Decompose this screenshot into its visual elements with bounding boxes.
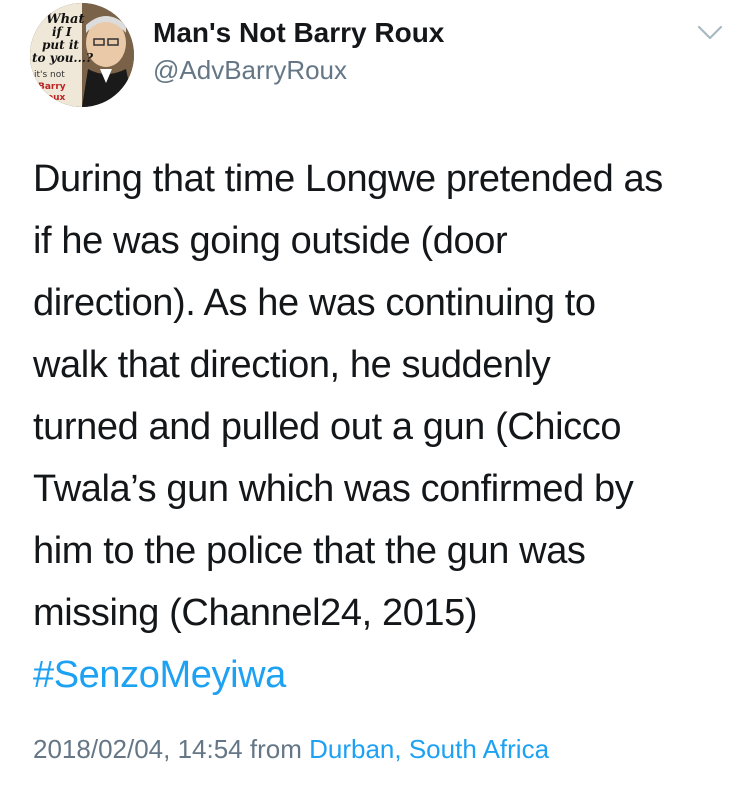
display-name[interactable]: Man's Not Barry Roux [153, 16, 444, 50]
chevron-down-icon[interactable] [697, 24, 723, 42]
avatar-text-6: Barry [38, 82, 66, 92]
tweet-text: During that time Longwe pretended as if … [33, 148, 733, 706]
location-link[interactable]: Durban, South Africa [309, 734, 549, 764]
tweet-text-line: if he was going outside (door [33, 220, 508, 262]
tweet-card: What if I put it to you...? it's not Bar… [0, 0, 750, 787]
hashtag-link[interactable]: #SenzoMeyiwa [33, 644, 733, 706]
tweet-text-line: Twala’s gun which was confirmed by [33, 468, 634, 510]
avatar-text-2: if I [52, 25, 72, 39]
tweet-text-line: direction). As he was continuing to [33, 282, 596, 324]
avatar-text-3: put it [42, 38, 79, 52]
avatar-text-7: Roux [40, 93, 66, 103]
tweet-text-line: turned and pulled out a gun (Chicco [33, 406, 622, 448]
avatar-image: What if I put it to you...? it's not Bar… [30, 3, 134, 107]
tweet-text-line: him to the police that the gun was [33, 530, 586, 572]
avatar[interactable]: What if I put it to you...? it's not Bar… [30, 3, 134, 107]
tweet-meta: 2018/02/04, 14:54 from Durban, South Afr… [33, 732, 549, 766]
from-label: from [249, 734, 302, 764]
tweet-text-line: During that time Longwe pretended as [33, 158, 663, 200]
avatar-text-5: it's not [34, 70, 65, 80]
tweet-text-line: walk that direction, he suddenly [33, 344, 551, 386]
user-handle[interactable]: @AdvBarryRoux [153, 54, 347, 86]
timestamp[interactable]: 2018/02/04, 14:54 [33, 734, 243, 764]
tweet-text-line: missing (Channel24, 2015) [33, 592, 478, 634]
avatar-text-4: to you...? [32, 51, 94, 65]
